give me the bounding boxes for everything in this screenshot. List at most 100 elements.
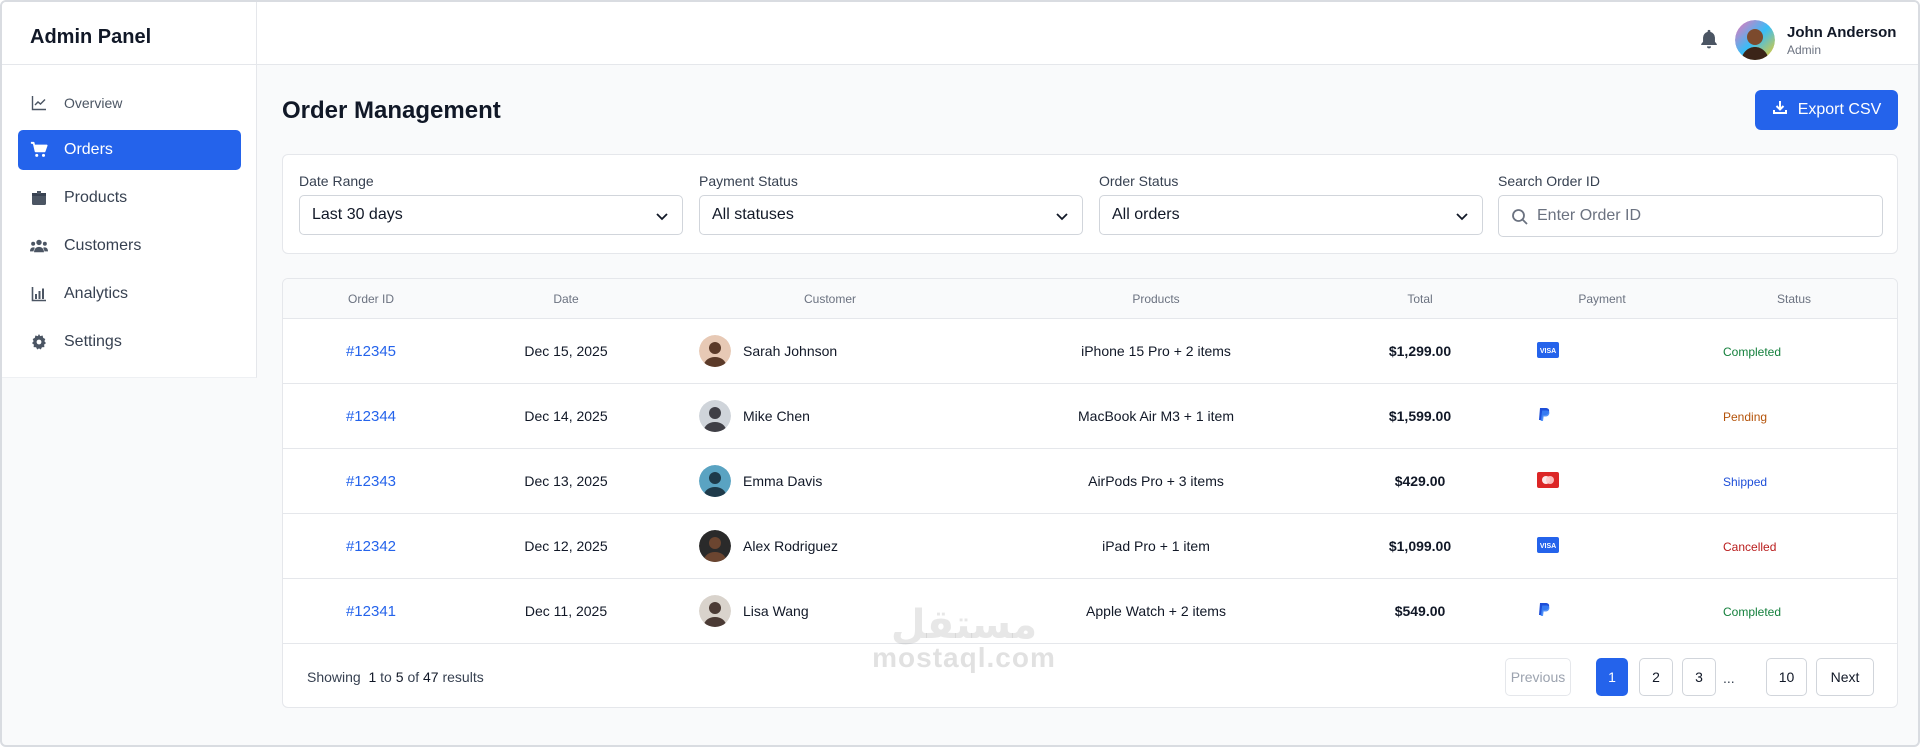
column-header-products[interactable]: Products xyxy=(1132,292,1179,306)
column-header-payment[interactable]: Payment xyxy=(1578,292,1625,306)
order-id-link[interactable]: #12343 xyxy=(346,473,396,490)
payment-status-label: Payment Status xyxy=(699,173,798,189)
order-id-link[interactable]: #12342 xyxy=(346,538,396,555)
bell-icon[interactable] xyxy=(1698,28,1720,50)
showing-from: 1 xyxy=(368,669,377,685)
customer-name: Emma Davis xyxy=(743,473,823,489)
order-id-link[interactable]: #12344 xyxy=(346,408,396,425)
visa-icon: VISA xyxy=(1537,537,1559,553)
filters-panel: Date Range Last 30 days Payment Status A… xyxy=(282,154,1898,254)
order-total: $1,099.00 xyxy=(1388,538,1452,554)
order-date: Dec 13, 2025 xyxy=(524,473,608,489)
status-badge: Pending xyxy=(1723,410,1768,424)
svg-text:VISA: VISA xyxy=(1540,348,1556,355)
page-title: Order Management xyxy=(282,97,501,124)
user-avatar[interactable] xyxy=(1735,20,1775,60)
order-products: iPad Pro + 1 item xyxy=(1102,538,1210,554)
column-header-status[interactable]: Status xyxy=(1777,292,1811,306)
sidebar-item-overview[interactable]: Overview xyxy=(18,83,241,123)
sidebar: Overview Orders Products Customers Analy… xyxy=(2,65,257,378)
download-icon xyxy=(1772,100,1788,121)
showing-to-word: to xyxy=(380,669,392,685)
pagination-ellipsis: ... xyxy=(1723,670,1735,686)
table-row[interactable]: #12345 Dec 15, 2025 Sarah Johnson iPhone 15… xyxy=(283,319,1897,384)
column-header-order-id[interactable]: Order ID xyxy=(348,292,394,306)
page-button-1[interactable]: 1 xyxy=(1596,658,1628,696)
status-badge: Completed xyxy=(1723,605,1782,619)
table-row[interactable]: #12341 Dec 11, 2025 Lisa Wang Apple Watch +… xyxy=(283,579,1897,644)
column-header-date[interactable]: Date xyxy=(553,292,578,306)
previous-page-button[interactable]: Previous xyxy=(1505,658,1571,696)
showing-of-word: of xyxy=(407,669,420,685)
order-products: AirPods Pro + 3 items xyxy=(1088,473,1224,489)
sidebar-item-settings[interactable]: Settings xyxy=(18,322,241,362)
visa-icon: VISA xyxy=(1537,342,1559,358)
order-total: $549.00 xyxy=(1394,603,1446,619)
sidebar-item-label: Customers xyxy=(64,237,142,254)
date-range-label: Date Range xyxy=(299,173,374,189)
page-button-3[interactable]: 3 xyxy=(1682,658,1716,696)
customer-avatar xyxy=(699,595,731,627)
export-csv-button[interactable]: Export CSV xyxy=(1755,90,1898,130)
sidebar-item-label: Overview xyxy=(64,95,123,111)
order-products: Apple Watch + 2 items xyxy=(1086,603,1226,619)
gear-icon xyxy=(30,333,48,351)
box-icon xyxy=(30,189,48,207)
customer-avatar xyxy=(699,465,731,497)
search-order-label: Search Order ID xyxy=(1498,173,1600,189)
status-badge: Shipped xyxy=(1723,475,1768,489)
sidebar-item-label: Orders xyxy=(64,141,113,158)
page-button-2[interactable]: 2 xyxy=(1639,658,1673,696)
results-summary: Showing 1 to 5 of 47 results xyxy=(307,669,484,685)
sidebar-item-customers[interactable]: Customers xyxy=(18,226,241,266)
svg-text:VISA: VISA xyxy=(1540,543,1556,550)
order-date: Dec 14, 2025 xyxy=(524,408,608,424)
table-row[interactable]: #12343 Dec 13, 2025 Emma Davis AirPods Pro … xyxy=(283,449,1897,514)
brand-title: Admin Panel xyxy=(30,26,152,48)
column-header-customer[interactable]: Customer xyxy=(804,292,856,306)
table-header: Order ID Date Customer Products Total Pa… xyxy=(283,279,1897,319)
customer-name: Mike Chen xyxy=(743,408,810,424)
order-total: $429.00 xyxy=(1394,473,1446,489)
payment-status-select[interactable]: All statuses xyxy=(699,195,1083,235)
paypal-icon xyxy=(1537,602,1559,618)
order-total: $1,599.00 xyxy=(1388,408,1452,424)
bar-chart-icon xyxy=(30,285,48,303)
order-id-link[interactable]: #12345 xyxy=(346,343,396,360)
order-date: Dec 15, 2025 xyxy=(524,343,608,359)
user-name: John Anderson xyxy=(1787,24,1897,41)
order-id-link[interactable]: #12341 xyxy=(346,603,396,620)
customer-avatar xyxy=(699,400,731,432)
search-order-field[interactable] xyxy=(1498,195,1883,237)
next-page-button[interactable]: Next xyxy=(1816,658,1874,696)
table-footer: Showing 1 to 5 of 47 results Previous 1 … xyxy=(283,645,1897,707)
chevron-down-icon xyxy=(654,208,670,224)
mastercard-icon xyxy=(1537,472,1559,488)
sidebar-item-products[interactable]: Products xyxy=(18,178,241,218)
sidebar-item-analytics[interactable]: Analytics xyxy=(18,274,241,314)
order-date: Dec 12, 2025 xyxy=(524,538,608,554)
customer-name: Sarah Johnson xyxy=(743,343,838,359)
column-header-total[interactable]: Total xyxy=(1407,292,1432,306)
search-order-input[interactable] xyxy=(1537,196,1867,236)
payment-status-value: All statuses xyxy=(712,206,794,223)
date-range-value: Last 30 days xyxy=(312,206,403,223)
date-range-select[interactable]: Last 30 days xyxy=(299,195,683,235)
order-status-select[interactable]: All orders xyxy=(1099,195,1483,235)
paypal-icon xyxy=(1537,407,1559,423)
page-button-10[interactable]: 10 xyxy=(1766,658,1807,696)
sidebar-item-orders[interactable]: Orders xyxy=(18,130,241,170)
table-row[interactable]: #12342 Dec 12, 2025 Alex Rodriguez iPad Pro… xyxy=(283,514,1897,579)
chevron-down-icon xyxy=(1454,208,1470,224)
customer-name: Alex Rodriguez xyxy=(743,538,838,554)
search-icon xyxy=(1511,208,1529,226)
top-header: Admin Panel John Anderson Admin xyxy=(2,2,1918,65)
showing-to: 5 xyxy=(395,669,404,685)
showing-total: 47 xyxy=(423,669,439,685)
table-row[interactable]: #12344 Dec 14, 2025 Mike Chen MacBook Air M… xyxy=(283,384,1897,449)
sidebar-item-label: Analytics xyxy=(64,285,129,302)
orders-table: Order ID Date Customer Products Total Pa… xyxy=(282,278,1898,708)
showing-prefix: Showing xyxy=(307,669,361,685)
user-role: Admin xyxy=(1787,43,1822,57)
order-status-value: All orders xyxy=(1112,206,1180,223)
